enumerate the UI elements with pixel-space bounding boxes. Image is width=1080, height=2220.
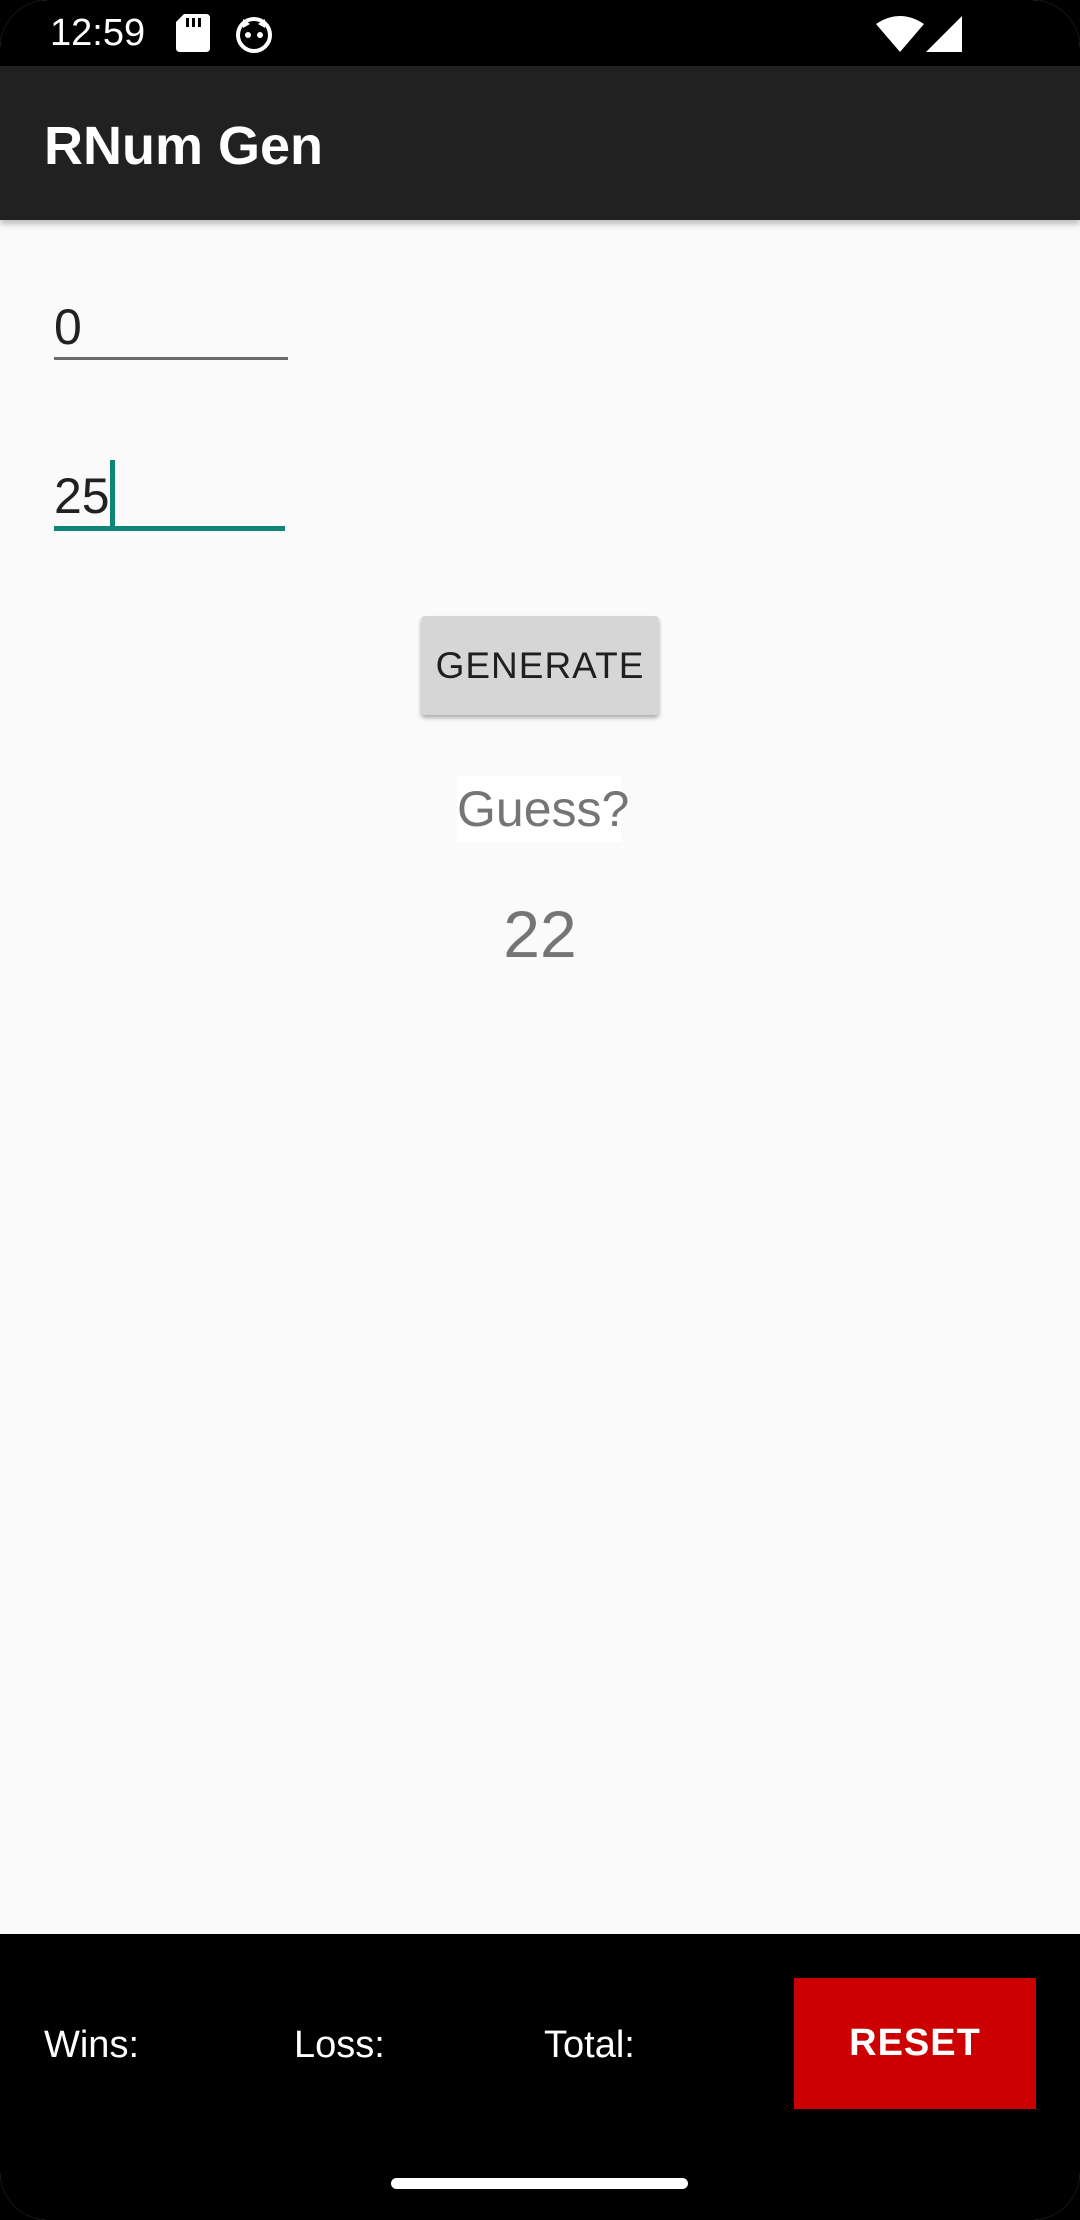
max-number-field[interactable] [54, 466, 285, 531]
status-bar: 12:59 [0, 0, 1080, 66]
sd-card-icon [176, 14, 210, 52]
reset-button[interactable]: RESET [794, 1978, 1036, 2109]
total-label: Total: [544, 2024, 635, 2066]
cat-notification-icon [236, 17, 272, 53]
guess-label: Guess? [457, 776, 629, 842]
home-indicator[interactable] [391, 2178, 688, 2189]
text-cursor [110, 460, 115, 526]
app-title: RNum Gen [44, 116, 324, 176]
min-number-field[interactable] [54, 297, 288, 360]
screen: 12:59 RNum Gen GENERATE Guess? 22 Wins: … [0, 0, 1080, 2220]
app-bar: RNum Gen [0, 66, 1080, 220]
status-time: 12:59 [50, 12, 146, 54]
generate-button[interactable]: GENERATE [421, 616, 659, 715]
generated-number: 22 [503, 897, 577, 971]
loss-label: Loss: [294, 2024, 385, 2066]
wins-label: Wins: [44, 2024, 139, 2066]
wifi-icon [876, 16, 924, 52]
cellular-signal-icon [926, 16, 962, 52]
